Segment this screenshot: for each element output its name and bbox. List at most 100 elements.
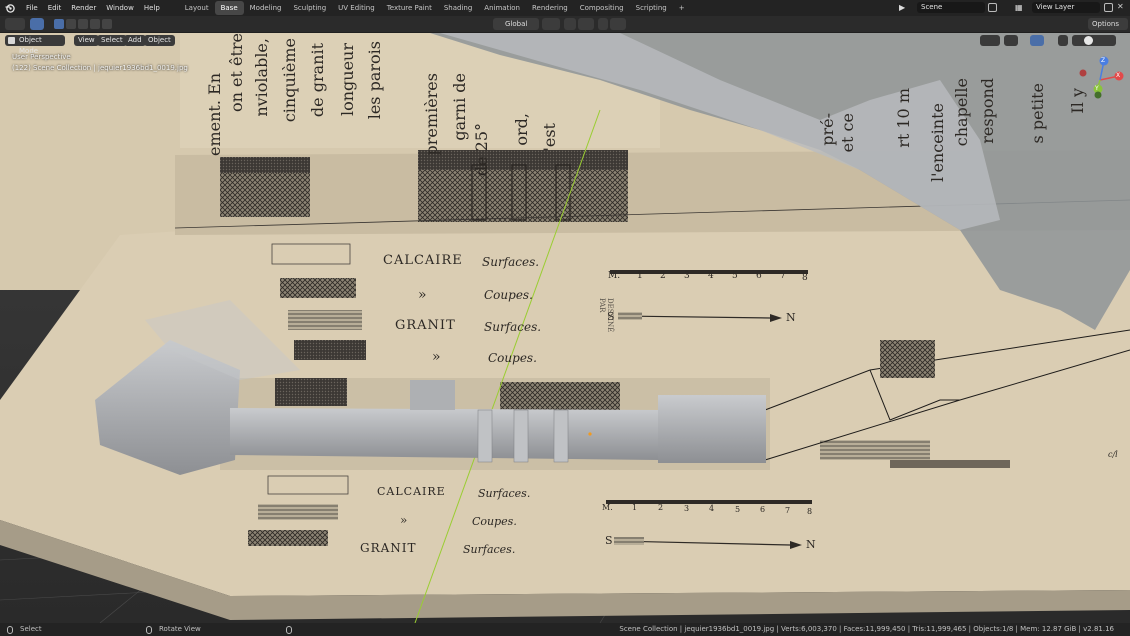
wall-text-14: chapelle [952, 78, 971, 147]
menu-render[interactable]: Render [66, 0, 101, 16]
view-layer-icon[interactable]: ▦ [1015, 3, 1027, 13]
legend-swatch-3 [288, 310, 362, 330]
scale-num-upper-8: 8 [802, 273, 808, 283]
tab-rendering[interactable]: Rendering [526, 1, 574, 15]
plan-hatch-d [890, 460, 1010, 468]
proportional-icon[interactable] [598, 18, 608, 30]
plan-hatch-a [275, 378, 347, 406]
menu-file[interactable]: File [21, 0, 43, 16]
legend-limestone-lower: CALCAIRE [377, 485, 446, 498]
status-rotate-label: Rotate View [159, 625, 201, 633]
collection-info-label: (122) Scene Collection | jequier1936bd1_… [12, 64, 188, 72]
scene-field[interactable]: Scene [917, 2, 985, 13]
new-view-layer-icon[interactable] [1104, 3, 1113, 12]
menu-object[interactable]: Object [144, 35, 175, 46]
legend-ditto-upper-1: » [418, 287, 427, 303]
scale-num-lower-6: 6 [760, 505, 766, 514]
mouse-middle-icon [146, 626, 152, 634]
page-marker: c/l [1108, 450, 1118, 459]
select-box-icon[interactable] [30, 18, 44, 30]
scale-num-upper-2: 2 [660, 271, 666, 281]
wall-text-8: de 25° [472, 123, 491, 177]
legend-granite-upper: GRANIT [395, 318, 456, 333]
tab-layout[interactable]: Layout [179, 1, 215, 15]
editor-type-icon[interactable] [5, 18, 25, 30]
tab-sculpting[interactable]: Sculpting [287, 1, 332, 15]
legend-sections-upper-2: Coupes. [488, 351, 537, 365]
wall-text-0: ement. En [205, 73, 224, 156]
menu-add[interactable]: Add [124, 35, 146, 46]
legend-granite-lower: GRANIT [360, 541, 417, 555]
mode-intersect-icon[interactable] [102, 19, 112, 29]
3d-viewport[interactable]: ement. En on et être nviolable, cinquièm… [0, 33, 1130, 623]
legend-ditto-upper-2: » [432, 349, 441, 365]
gizmo-y-label: Y [1095, 85, 1099, 92]
wall-text-11: 'est [540, 123, 559, 152]
remove-view-layer-icon[interactable]: ✕ [1117, 2, 1126, 13]
viewport-shading-controls [980, 35, 1126, 46]
options-dropdown[interactable]: Options [1088, 18, 1128, 30]
snap-icon[interactable] [564, 18, 576, 30]
mouse-right-icon [286, 626, 292, 634]
tab-base[interactable]: Base [214, 1, 244, 15]
snap-target-dropdown[interactable] [578, 18, 594, 30]
tab-animation[interactable]: Animation [478, 1, 526, 15]
mode-difference-icon[interactable] [90, 19, 100, 29]
view-layer-field[interactable]: View Layer [1032, 2, 1100, 13]
scale-num-lower-5: 5 [735, 505, 741, 514]
legend-swatch-2 [280, 278, 356, 298]
tab-shading[interactable]: Shading [438, 1, 478, 15]
tab-uv-editing[interactable]: UV Editing [332, 1, 381, 15]
scene-statistics: Scene Collection | jequier1936bd1_0019.j… [619, 625, 1114, 633]
view-perspective-label: User Perspective [12, 53, 71, 61]
wall-vertical-text: ement. En on et être nviolable, cinquièm… [200, 33, 1100, 183]
tab-modeling[interactable]: Modeling [244, 1, 288, 15]
scan-mesh-pillars [477, 409, 569, 463]
wall-text-9: premières [422, 73, 441, 156]
scale-num-upper-4: 4 [708, 271, 714, 281]
add-workspace-button[interactable]: + [673, 1, 691, 15]
legend-sections-upper-1: Coupes. [484, 288, 533, 302]
mode-set-icon[interactable] [54, 19, 64, 29]
menu-view[interactable]: View [74, 35, 99, 46]
scale-num-lower-1: 1 [632, 503, 638, 512]
new-scene-icon[interactable] [988, 3, 997, 12]
mode-subtract-icon[interactable] [78, 19, 88, 29]
xray-icon[interactable] [1058, 35, 1068, 46]
blender-logo-icon[interactable] [5, 3, 15, 13]
legend-swatch-4 [294, 340, 366, 360]
wall-text-15: respond [978, 78, 997, 144]
tab-compositing[interactable]: Compositing [574, 1, 630, 15]
mode-dropdown[interactable]: Object Mode [5, 35, 65, 55]
overlay-icon[interactable] [1030, 35, 1044, 46]
menu-window[interactable]: Window [101, 0, 139, 16]
mode-extend-icon[interactable] [66, 19, 76, 29]
wall-text-5: longueur [338, 43, 357, 117]
transform-orientation-dropdown[interactable]: Global [493, 18, 539, 30]
scale-num-lower-8: 8 [807, 507, 813, 516]
visibility-icon[interactable] [980, 35, 1000, 46]
plan-hatch-c [820, 440, 930, 460]
menu-select[interactable]: Select [97, 35, 127, 46]
menu-help[interactable]: Help [139, 0, 165, 16]
wall-text-16: s petite [1028, 83, 1047, 144]
navigation-gizmo[interactable]: X Y Z [1075, 55, 1125, 105]
scale-num-lower-3: 3 [684, 504, 690, 513]
scan-mesh-right-block [658, 395, 766, 463]
options-label: Options [1092, 20, 1120, 28]
wall-text-10: ord, [512, 113, 531, 146]
orientation-label: Global [505, 20, 528, 28]
proportional-falloff-dropdown[interactable] [610, 18, 626, 30]
wall-text-7: garni de [450, 73, 469, 141]
tab-texture-paint[interactable]: Texture Paint [381, 1, 438, 15]
viewport-shading-icon[interactable] [1072, 35, 1116, 46]
tool-header: Global Options [0, 16, 1130, 33]
legend-sections-lower: Coupes. [472, 515, 517, 528]
menu-edit[interactable]: Edit [43, 0, 67, 16]
scale-num-upper-5: 5 [732, 271, 738, 281]
scene-icon[interactable]: ▶ [899, 3, 911, 13]
pivot-point-dropdown[interactable] [542, 18, 560, 30]
solid-shading-icon[interactable] [1084, 36, 1093, 45]
gizmo-toggle-icon[interactable] [1004, 35, 1018, 46]
tab-scripting[interactable]: Scripting [630, 1, 673, 15]
